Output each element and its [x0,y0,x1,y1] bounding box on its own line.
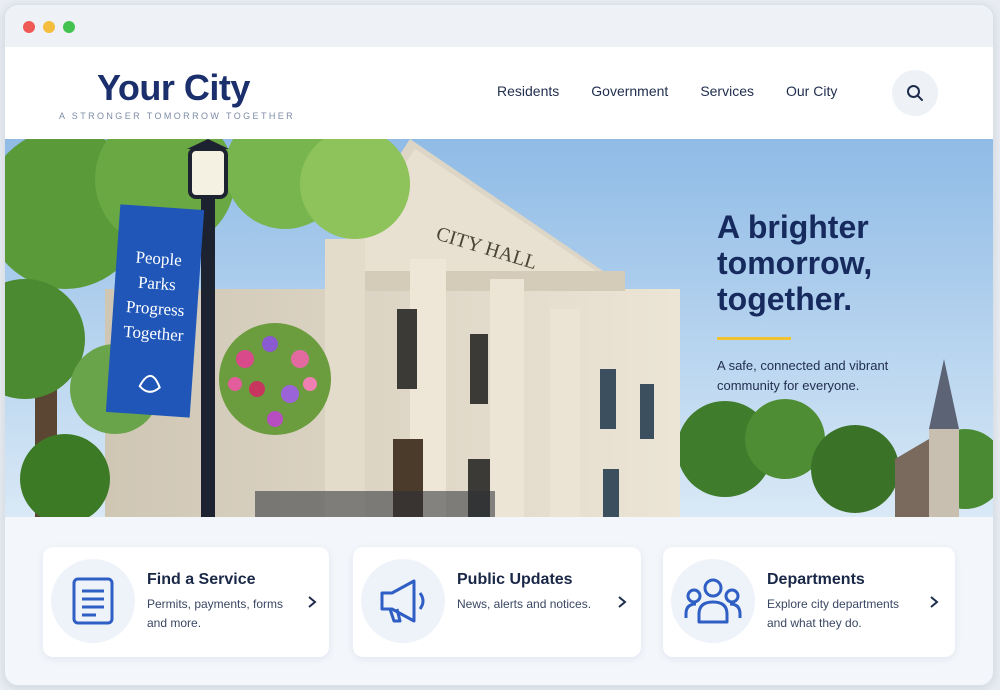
card-title: Public Updates [457,571,573,588]
chevron-right-icon [930,596,939,608]
hero-title-line-1: A brighter [717,209,869,245]
site-logo[interactable]: Your City [97,67,250,109]
front-railing [255,491,495,517]
banner-line-1: People [135,248,182,270]
card-departments[interactable]: Departments Explore city departments and… [663,547,955,657]
card-find-a-service[interactable]: Find a Service Permits, payments, forms … [43,547,329,657]
maximize-window-button[interactable] [63,21,75,33]
nav-our-city[interactable]: Our City [786,83,837,99]
card-description: News, alerts and notices. [457,597,592,611]
card-icon-circle [51,559,135,643]
card-title: Find a Service [147,571,256,588]
close-window-button[interactable] [23,21,35,33]
banner-line-2: Parks [137,273,176,295]
search-button[interactable] [892,70,938,116]
hero-accent-line [717,337,791,340]
search-icon [907,85,923,101]
chevron-right-icon [618,596,627,608]
site-header: Your City A STRONGER TOMORROW TOGETHER R… [5,47,993,139]
card-icon-circle [361,559,445,643]
minimize-window-button[interactable] [43,21,55,33]
hero-text: A brighter tomorrow, together. A safe, c… [717,209,977,396]
street-banner: People Parks Progress Together [105,204,205,418]
nav-services[interactable]: Services [700,83,754,99]
hero-title-line-2: tomorrow, [717,245,873,281]
document-icon [72,577,114,625]
hero-title-line-3: together. [717,281,853,317]
card-public-updates[interactable]: Public Updates News, alerts and notices. [353,547,641,657]
hero-subtitle: A safe, connected and vibrant community … [717,358,889,393]
hero-title: A brighter tomorrow, together. [717,209,977,317]
nav-government[interactable]: Government [591,83,668,99]
nav-residents[interactable]: Residents [497,83,559,99]
hero-section: CITY HALL People Parks Progress Together… [5,139,993,517]
chevron-right-icon [308,596,317,608]
flower-basket [219,323,331,435]
window-titlebar [5,5,993,47]
main-nav: Residents Government Services Our City [497,83,837,99]
browser-window: Your City A STRONGER TOMORROW TOGETHER R… [4,4,994,686]
site-tagline: A STRONGER TOMORROW TOGETHER [59,111,296,121]
card-title: Departments [767,571,865,588]
megaphone-icon [380,579,425,623]
quick-links: Find a Service Permits, payments, forms … [43,547,963,657]
card-description: Explore city departments and what they d… [767,597,900,630]
people-icon [684,578,742,624]
card-icon-circle [671,559,755,643]
card-description: Permits, payments, forms and more. [147,597,284,630]
